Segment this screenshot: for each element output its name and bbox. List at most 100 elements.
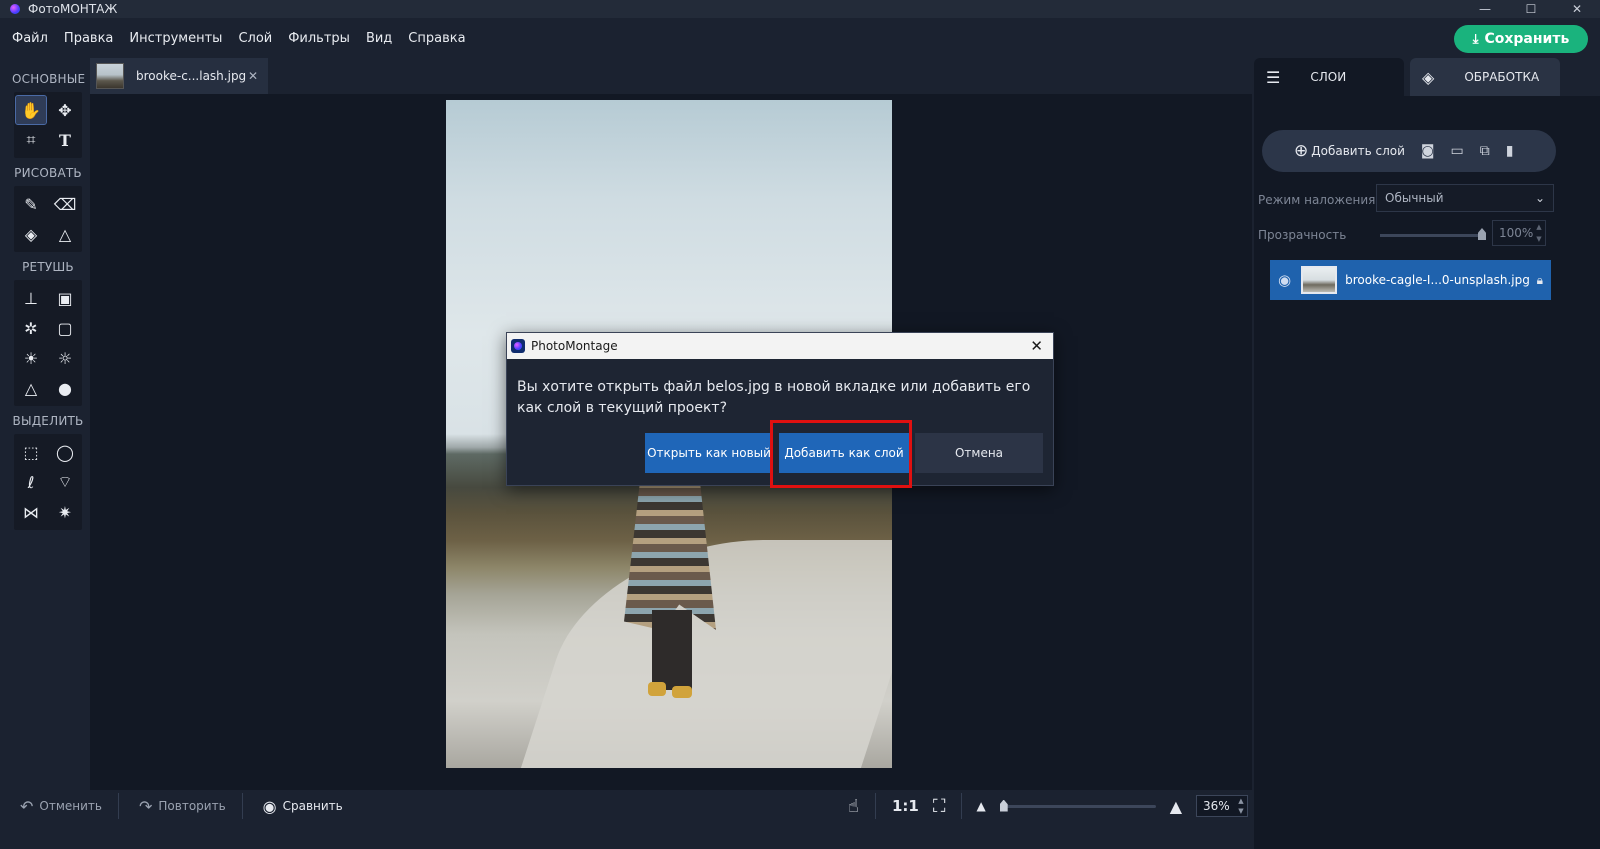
- retouch-tools: ⊥ ▣ ✲ ▢ ☀ ☼ △ ●: [14, 280, 82, 406]
- close-window-button[interactable]: ✕: [1554, 0, 1600, 18]
- redo-button[interactable]: ↷ Повторить: [139, 797, 226, 816]
- fit-screen-icon[interactable]: ⛶: [933, 796, 946, 817]
- menu-view[interactable]: Вид: [366, 31, 392, 46]
- opacity-slider-thumb[interactable]: [1478, 228, 1486, 240]
- divider: [117, 793, 119, 819]
- dialog-title: PhotoMontage: [531, 339, 618, 353]
- layers-icon: ◈: [1422, 67, 1435, 87]
- basic-tools: ✋ ✥ ⌗ T: [14, 92, 82, 158]
- blend-mode-value: Обычный: [1385, 191, 1444, 205]
- brightness-icon[interactable]: ☀: [16, 344, 46, 372]
- zoom-spinner-icon[interactable]: ▲ ▼: [1235, 796, 1247, 816]
- stamp-icon[interactable]: ⊥: [16, 284, 46, 312]
- minimize-button[interactable]: —: [1462, 0, 1508, 18]
- zoom-slider[interactable]: [999, 799, 1156, 812]
- layer-name: brooke-cagle-I...0-unsplash.jpg: [1345, 273, 1530, 287]
- add-layer-label: Добавить слой: [1311, 144, 1405, 158]
- open-as-new-button[interactable]: Открыть как новый: [645, 433, 773, 473]
- document-tab[interactable]: brooke-c...lash.jpg ✕: [90, 58, 268, 94]
- shoe1: [648, 682, 666, 696]
- folder-icon[interactable]: ▭: [1450, 143, 1463, 159]
- hand-pointer-icon[interactable]: ☝: [848, 796, 859, 817]
- opacity-input[interactable]: 100% ▲ ▼: [1492, 220, 1546, 246]
- mask-icon[interactable]: ◙: [1421, 143, 1435, 159]
- menu-tools[interactable]: Инструменты: [129, 31, 222, 46]
- magnetic-lasso-icon[interactable]: ⋈: [16, 498, 46, 526]
- section-draw: РИСОВАТЬ: [14, 166, 82, 180]
- zoom-value: 36%: [1203, 799, 1230, 813]
- menu-help[interactable]: Справка: [408, 31, 465, 46]
- opacity-spinner-icon[interactable]: ▲ ▼: [1533, 221, 1545, 245]
- lock-icon[interactable]: 🔒︎: [1537, 273, 1543, 288]
- zoom-out-mountain-icon[interactable]: ▲: [976, 799, 985, 813]
- eye-visibility-icon[interactable]: ◉: [1278, 271, 1291, 289]
- document-thumbnail: [96, 63, 124, 89]
- ellipse-select-icon[interactable]: ◯: [50, 438, 80, 466]
- rect-select-icon[interactable]: ⬚: [16, 438, 46, 466]
- lasso-icon[interactable]: ℓ: [16, 468, 46, 496]
- eraser-icon[interactable]: ⌫: [50, 190, 80, 218]
- menu-layer[interactable]: Слой: [238, 31, 272, 46]
- divider: [241, 793, 243, 819]
- undo-icon: ↶: [20, 796, 34, 816]
- draw-tools: ✎ ⌫ ◈ △: [14, 186, 82, 252]
- undo-button[interactable]: ↶ Отменить: [20, 797, 102, 816]
- sharpen-triangle-icon[interactable]: △: [16, 374, 46, 402]
- shapes-icon[interactable]: △: [50, 220, 80, 248]
- section-retouch: РЕТУШЬ: [22, 260, 74, 274]
- layer-item[interactable]: ◉ brooke-cagle-I...0-unsplash.jpg 🔒︎: [1270, 260, 1551, 300]
- frame-icon[interactable]: ▢: [50, 314, 80, 342]
- app-logo-icon: [10, 4, 20, 14]
- divider: [874, 793, 876, 819]
- menu-file[interactable]: Файл: [12, 31, 48, 46]
- crop-icon[interactable]: ⌗: [16, 126, 46, 154]
- menu-edit[interactable]: Правка: [64, 31, 113, 46]
- redo-icon: ↷: [138, 796, 153, 816]
- tab-layers-label: СЛОИ: [1310, 70, 1347, 84]
- close-tab-icon[interactable]: ✕: [248, 69, 258, 83]
- fill-bucket-icon[interactable]: ◈: [16, 220, 46, 248]
- section-basic: ОСНОВНЫЕ: [12, 72, 86, 86]
- legs: [652, 610, 692, 690]
- document-tabstrip: brooke-c...lash.jpg ✕: [90, 58, 1252, 94]
- opacity-slider[interactable]: [1380, 234, 1484, 237]
- compare-button[interactable]: ◉ Сравнить: [263, 797, 343, 816]
- magic-wand-icon[interactable]: ✷: [50, 498, 80, 526]
- save-button[interactable]: ⤓ Сохранить: [1454, 25, 1588, 53]
- healing-patch-icon[interactable]: ▣: [50, 284, 80, 312]
- move-icon[interactable]: ✥: [50, 96, 80, 124]
- cancel-button[interactable]: Отмена: [915, 433, 1043, 473]
- zoom-in-mountain-icon[interactable]: ▲: [1170, 797, 1182, 816]
- menu-filters[interactable]: Фильтры: [288, 31, 350, 46]
- layer-toolbar: ⊕ Добавить слой ◙ ▭ ⧉ ▮: [1262, 130, 1556, 172]
- duplicate-icon[interactable]: ⧉: [1480, 143, 1490, 159]
- opacity-value: 100%: [1499, 226, 1534, 240]
- add-layer-button[interactable]: ⊕ Добавить слой: [1294, 141, 1405, 161]
- actual-size-button[interactable]: 1:1: [892, 797, 919, 815]
- chevron-down-icon: ⌄: [1534, 191, 1545, 205]
- polygon-lasso-icon[interactable]: ⌔: [50, 468, 80, 496]
- undo-label: Отменить: [39, 799, 102, 813]
- opacity-label: Прозрачность: [1258, 228, 1347, 242]
- dialog-close-icon[interactable]: ✕: [1030, 337, 1043, 355]
- sun-outline-icon[interactable]: ☼: [50, 344, 80, 372]
- hand-icon[interactable]: ✋: [15, 95, 47, 125]
- bandage-icon[interactable]: ✲: [16, 314, 46, 342]
- download-icon: ⤓: [1472, 31, 1479, 47]
- blend-mode-select[interactable]: Обычный ⌄: [1376, 184, 1554, 212]
- drop-icon[interactable]: ●: [50, 374, 80, 402]
- tab-processing[interactable]: ◈ ОБРАБОТКА: [1410, 58, 1560, 96]
- tab-layers[interactable]: ☰ СЛОИ: [1254, 58, 1404, 96]
- dialog-titlebar: PhotoMontage ✕: [507, 333, 1053, 359]
- maximize-button[interactable]: ☐: [1508, 0, 1554, 18]
- brush-icon[interactable]: ✎: [16, 190, 46, 218]
- text-icon[interactable]: T: [50, 126, 80, 154]
- panel-tabs: ☰ СЛОИ ◈ ОБРАБОТКА: [1254, 58, 1600, 96]
- dialog-message: Вы хотите открыть файл belos.jpg в новой…: [517, 379, 1031, 416]
- zoom-input[interactable]: 36% ▲ ▼: [1196, 795, 1248, 817]
- zoom-controls: ☝ 1:1 ⛶ ▲ ▲ 36% ▲ ▼: [834, 790, 1248, 822]
- save-button-label: Сохранить: [1484, 31, 1570, 47]
- toolbox: ОСНОВНЫЕ ✋ ✥ ⌗ T РИСОВАТЬ ✎ ⌫ ◈ △ РЕТУШЬ…: [12, 64, 86, 782]
- trash-icon[interactable]: ▮: [1506, 143, 1514, 159]
- zoom-slider-thumb[interactable]: [999, 799, 1008, 812]
